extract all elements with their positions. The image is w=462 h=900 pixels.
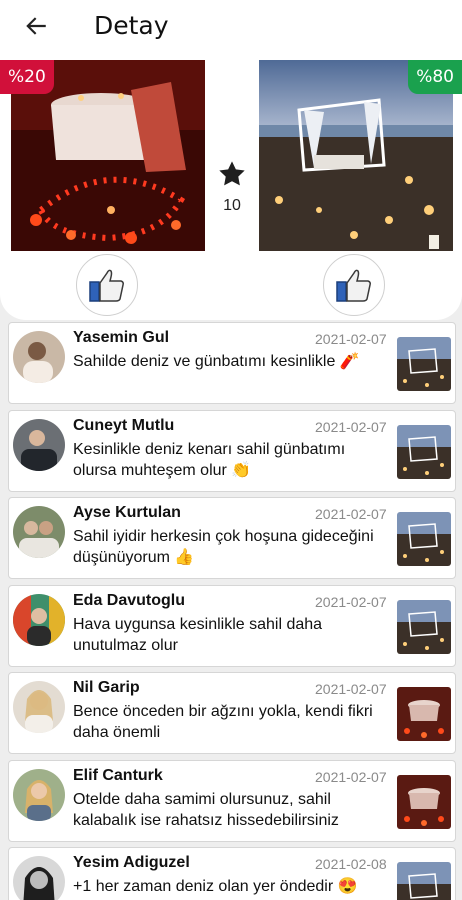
comment-text: Bence önceden bir ağzını yokla, kendi fi…	[73, 703, 373, 741]
comment-date: 2021-02-07	[315, 768, 387, 785]
comment-card[interactable]: Elif Canturk 2021-02-07 Otelde daha sami…	[8, 759, 456, 842]
like-button-left[interactable]	[76, 254, 138, 316]
comment-date: 2021-02-07	[315, 506, 387, 522]
comment-text: Sahilde deniz ve günbatımı kesinlikle 🧨	[73, 353, 360, 370]
comment-date: 2021-02-08	[315, 856, 387, 872]
avatar[interactable]	[13, 331, 65, 383]
app-bar: Detay	[0, 0, 462, 52]
back-button[interactable]	[20, 10, 52, 42]
choice-thumbnail-beach	[397, 512, 451, 566]
like-button-right[interactable]	[323, 254, 385, 316]
percentage-badge-left: %20	[0, 60, 54, 94]
comment-author: Cuneyt Mutlu	[73, 416, 175, 434]
comment-author: Nil Garip	[73, 679, 140, 696]
comment-text: Hava uygunsa kesinlikle sahil daha unutu…	[73, 615, 323, 654]
comment-date: 2021-02-07	[315, 331, 387, 347]
comment-card[interactable]: Nil Garip 2021-02-07 Bence önceden bir a…	[8, 672, 456, 754]
percentage-badge-right: %80	[408, 60, 462, 94]
comment-card[interactable]: Yesim Adiguzel 2021-02-08 +1 her zaman d…	[8, 847, 456, 900]
star-count: 10	[223, 197, 241, 214]
comment-date: 2021-02-07	[315, 418, 387, 435]
comment-author: Ayse Kurtulan	[73, 504, 181, 521]
choice-thumbnail-dinner	[397, 687, 451, 741]
avatar[interactable]	[13, 856, 65, 900]
comment-card[interactable]: Eda Davutoglu 2021-02-07 Hava uygunsa ke…	[8, 584, 456, 667]
comment-author: Yasemin Gul	[73, 329, 170, 346]
avatar[interactable]	[13, 593, 65, 646]
comment-text: +1 her zaman deniz olan yer öndedir 😍	[73, 878, 358, 895]
page-title: Detay	[94, 11, 169, 40]
choice-thumbnail-beach	[397, 599, 451, 654]
comment-author: Yesim Adiguzel	[73, 854, 190, 871]
choice-thumbnail-beach	[397, 337, 451, 391]
comparison-panel: %20 %80 10	[0, 52, 462, 320]
avatar[interactable]	[13, 768, 65, 821]
choice-thumbnail-beach	[397, 862, 451, 900]
rating-box[interactable]: 10	[214, 158, 250, 215]
comment-author: Elif Canturk	[73, 766, 163, 784]
arrow-left-icon	[26, 17, 46, 35]
avatar[interactable]	[13, 681, 65, 733]
star-icon	[219, 161, 245, 186]
comment-card[interactable]: Cuneyt Mutlu 2021-02-07 Kesinlikle deniz…	[8, 409, 456, 492]
comment-date: 2021-02-07	[315, 593, 387, 610]
avatar[interactable]	[13, 418, 65, 471]
comment-text: Sahil iyidir herkesin çok hoşuna gideceğ…	[73, 528, 374, 566]
choice-thumbnail-beach	[397, 424, 451, 479]
comment-card[interactable]: Ayse Kurtulan 2021-02-07 Sahil iyidir he…	[8, 497, 456, 579]
comment-text: Otelde daha samimi olursunuz, sahil kala…	[73, 790, 339, 829]
comment-text: Kesinlikle deniz kenarı sahil günbatımı …	[73, 440, 346, 479]
comment-card[interactable]: Yasemin Gul 2021-02-07 Sahilde deniz ve …	[8, 322, 456, 404]
comment-list: Yasemin Gul 2021-02-07 Sahilde deniz ve …	[8, 322, 456, 900]
thumbs-up-icon	[336, 269, 371, 302]
thumbs-up-icon	[89, 269, 124, 302]
avatar[interactable]	[13, 506, 65, 558]
choice-thumbnail-dinner	[397, 774, 451, 829]
comment-date: 2021-02-07	[315, 681, 387, 697]
comment-author: Eda Davutoglu	[73, 591, 186, 609]
